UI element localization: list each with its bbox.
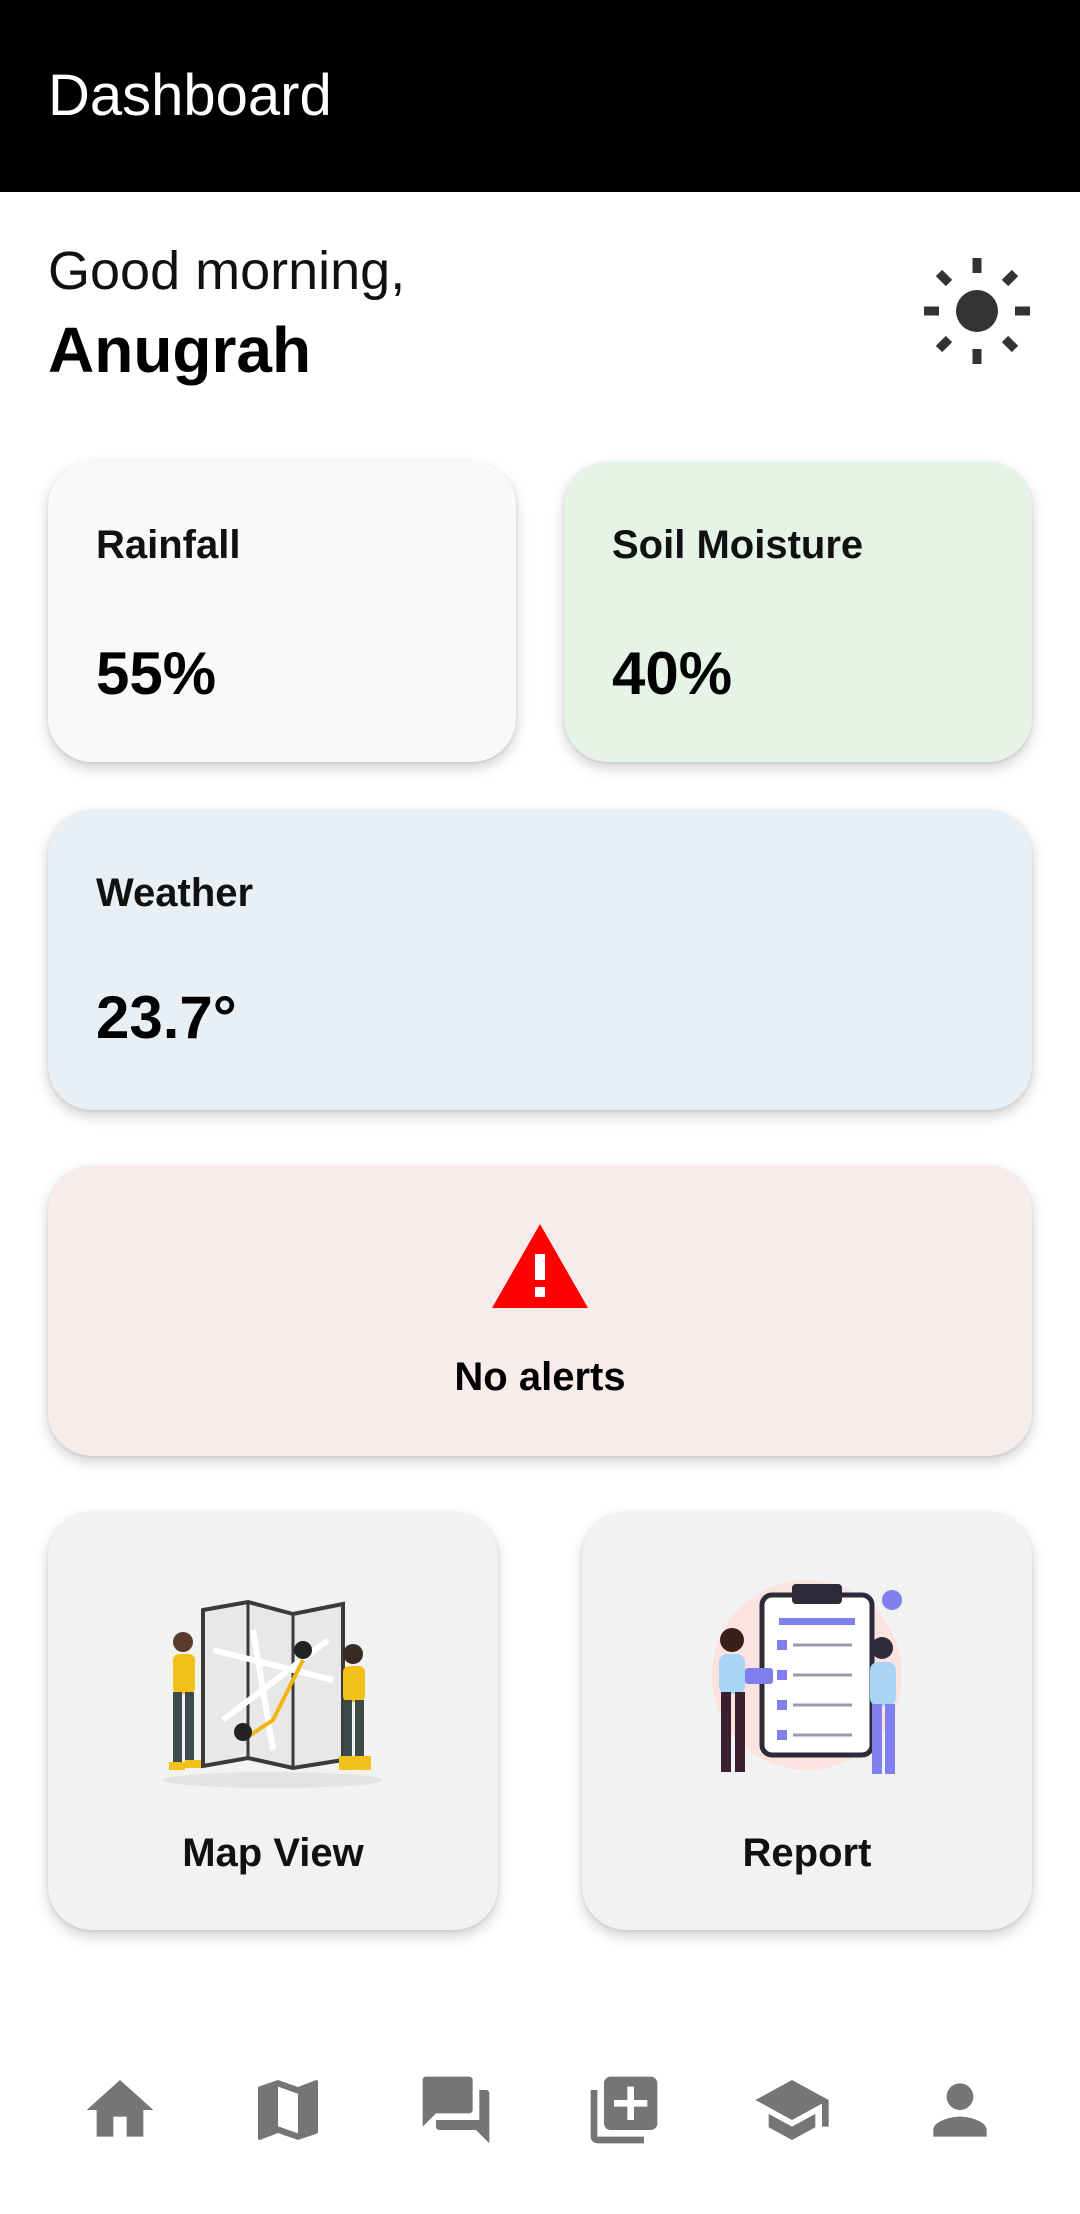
home-icon [86, 2080, 154, 2137]
app-bar: Dashboard [0, 0, 1080, 192]
bottom-navigation [0, 2060, 1080, 2170]
soil-moisture-label: Soil Moisture [612, 523, 864, 567]
alerts-card[interactable]: No alerts [48, 1166, 1032, 1456]
nav-learn[interactable] [752, 2070, 832, 2150]
warning-triangle-icon [492, 1224, 588, 1308]
greeting-text: Good morning, [48, 241, 406, 301]
theme-toggle-button[interactable] [922, 256, 1032, 366]
person-icon [933, 2083, 987, 2137]
soil-moisture-card[interactable]: Soil Moisture 40% [564, 462, 1032, 762]
alerts-status-text: No alerts [454, 1355, 626, 1399]
rainfall-card[interactable]: Rainfall 55% [48, 462, 516, 762]
report-illustration [712, 1580, 902, 1774]
nav-forum[interactable] [416, 2070, 496, 2150]
map-icon [258, 2080, 318, 2140]
nav-home[interactable] [80, 2070, 160, 2150]
soil-moisture-value: 40% [612, 640, 733, 707]
map-view-label: Map View [182, 1831, 364, 1875]
map-illustration [163, 1599, 383, 1788]
report-tile[interactable]: Report [582, 1512, 1032, 1930]
report-label: Report [742, 1831, 872, 1875]
weather-label: Weather [96, 871, 254, 915]
sun-icon [924, 258, 1030, 364]
chat-icon [422, 2076, 490, 2144]
weather-value: 23.7° [96, 984, 237, 1051]
map-view-tile[interactable]: Map View [48, 1512, 498, 1930]
nav-profile[interactable] [920, 2070, 1000, 2150]
nav-map[interactable] [248, 2070, 328, 2150]
add-box-icon [590, 2076, 658, 2144]
rainfall-value: 55% [96, 640, 217, 707]
user-name: Anugrah [48, 314, 312, 386]
rainfall-label: Rainfall [96, 523, 241, 567]
page-title: Dashboard [48, 63, 332, 128]
weather-card[interactable]: Weather 23.7° [48, 810, 1032, 1110]
graduation-cap-icon [755, 2080, 829, 2140]
nav-add[interactable] [584, 2070, 664, 2150]
